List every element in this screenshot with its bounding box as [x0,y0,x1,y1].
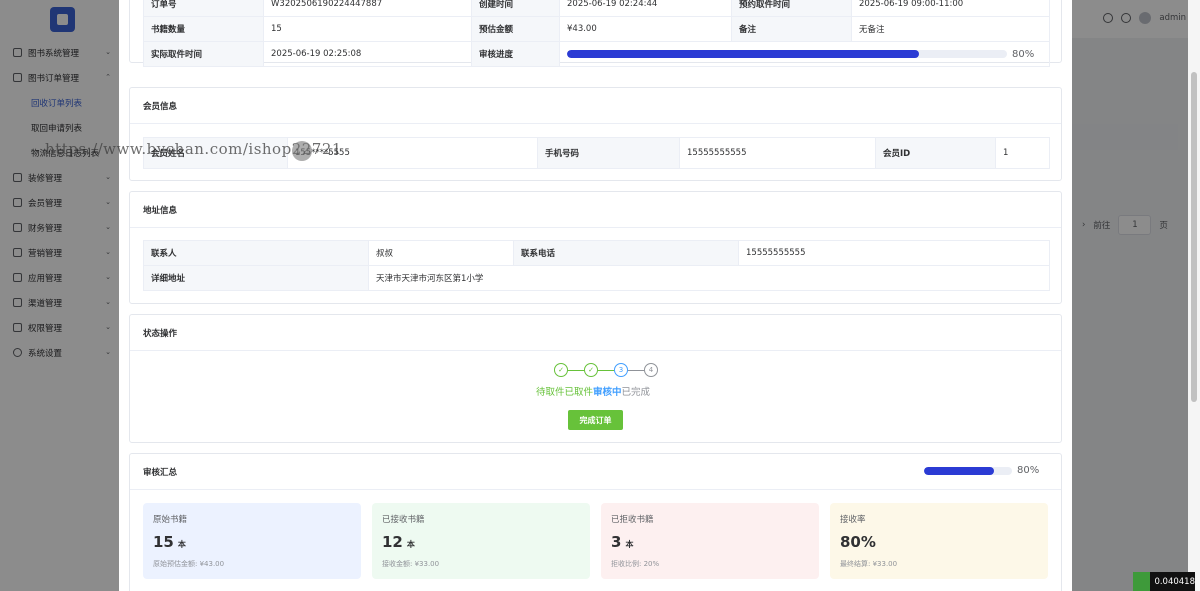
table-row: 书籍数量 15 预估金额 ¥43.00 备注 无备注 [143,16,1050,42]
book-count-label: 书籍数量 [143,16,264,42]
order-no-label: 订单号 [143,0,264,17]
member-info-card: 会员信息 会员姓名 155****5555 手机号码 15555555555 会… [129,87,1062,181]
step-label: 审核中 [593,387,622,398]
step-connector [628,370,644,371]
contact-value: 叔叔 [368,240,514,266]
pickup-time-label: 预约取件时间 [731,0,852,17]
remark-label: 备注 [731,16,852,42]
table-row: 订单号 W3202506190224447887 创建时间 2025-06-19… [143,0,1050,17]
est-amount-value: ¥43.00 [559,16,732,42]
stat-value: 15 [153,533,174,551]
create-time-label: 创建时间 [471,0,560,17]
address-info-card: 地址信息 联系人 叔叔 联系电话 15555555555 详细地址 天津市天津市… [129,191,1062,304]
est-amount-label: 预估金额 [471,16,560,42]
step-label: 已完成 [621,387,651,398]
step-connector [568,370,584,371]
book-count-value: 15 [263,16,472,42]
stat-label: 已拒收书籍 [611,515,654,525]
member-id-label: 会员ID [875,137,996,169]
order-info-table: 订单号 W3202506190224447887 创建时间 2025-06-19… [143,0,1050,67]
contact-phone-label: 联系电话 [513,240,739,266]
step-4-number: 4 [644,363,658,377]
stat-value: 80% [840,533,876,551]
remark-value: 无备注 [851,16,1050,42]
stat-label: 已接收书籍 [382,515,425,525]
table-row: 实际取件时间 2025-06-19 02:25:08 审核进度 80% [143,41,1050,67]
summary-progress-fill [924,466,995,475]
order-no-value: W3202506190224447887 [263,0,472,17]
address-value: 天津市天津市河东区第1小学 [368,265,1050,291]
contact-phone-value: 15555555555 [738,240,1050,266]
summary-progress-bar [924,466,1012,475]
scrollbar-thumb[interactable] [1191,72,1197,402]
stat-unit: 本 [625,540,634,549]
fps-value: 0.040418 [1154,576,1195,587]
fps-graph-icon [1133,572,1151,591]
phone-value: 15555555555 [679,137,876,169]
address-label: 详细地址 [143,265,369,291]
stat-sub: 接收金额: ¥33.00 [382,560,440,568]
review-progress-text: 80% [1012,48,1035,60]
stat-sub: 原始预估金额: ¥43.00 [153,560,225,568]
summary-progress: 80% [924,465,1039,476]
pickup-time-value: 2025-06-19 09:00-11:00 [851,0,1050,17]
member-info-title: 会员信息 [130,88,1061,124]
review-progress-label: 审核进度 [471,41,560,67]
status-title: 状态操作 [130,315,1061,351]
order-info-card: 订单号 W3202506190224447887 创建时间 2025-06-19… [129,0,1062,67]
review-progress-bar [567,50,1007,58]
fps-counter: 0.040418 [1133,572,1195,591]
stat-accepted-books: 已接收书籍 12 本 接收金额: ¥33.00 [372,503,590,579]
order-detail-dialog: 订单号 W3202506190224447887 创建时间 2025-06-19… [119,0,1072,591]
step-labels: 待取件 已取件 审核中 已完成 [536,384,650,398]
stat-label: 原始书籍 [153,515,188,525]
step-2-check-icon: ✓ [584,363,598,377]
step-connector [598,370,614,371]
summary-title: 审核汇总 [130,454,1061,490]
review-progress-fill [567,50,919,58]
address-info-title: 地址信息 [130,192,1061,228]
step-1-check-icon: ✓ [554,363,568,377]
actual-pickup-value: 2025-06-19 02:25:08 [263,41,472,67]
watermark-dot [292,141,312,161]
stat-sub: 拒收比例: 20% [611,560,660,568]
address-info-table: 联系人 叔叔 联系电话 15555555555 详细地址 天津市天津市河东区第1… [143,240,1050,291]
summary-progress-text: 80% [1017,465,1040,476]
step-label: 已取件 [564,387,594,398]
table-row: 联系人 叔叔 联系电话 15555555555 [143,240,1050,266]
table-row: 详细地址 天津市天津市河东区第1小学 [143,265,1050,291]
phone-label: 手机号码 [537,137,680,169]
stat-sub: 最终结算: ¥33.00 [840,560,898,568]
stat-acceptance-rate: 接收率 80% 最终结算: ¥33.00 [830,503,1048,579]
stat-unit: 本 [406,540,415,549]
member-id-value: 1 [995,137,1050,169]
summary-card: 审核汇总 80% 原始书籍 15 本 原始预估金额: ¥43.00 已接收书籍 1… [129,453,1062,591]
stat-original-books: 原始书籍 15 本 原始预估金额: ¥43.00 [143,503,361,579]
order-steps: ✓ ✓ 3 4 [554,363,674,379]
contact-label: 联系人 [143,240,369,266]
step-3-number: 3 [614,363,628,377]
complete-order-button[interactable]: 完成订单 [568,410,623,430]
stat-rejected-books: 已拒收书籍 3本 拒收比例: 20% [601,503,819,579]
stat-value: 3 [611,533,622,551]
step-label: 待取件 [536,387,565,398]
page-scrollbar[interactable] [1188,0,1200,591]
review-progress-cell: 80% [559,41,1050,67]
status-card: 状态操作 ✓ ✓ 3 4 待取件 已取件 审核中 已完成 完成订单 [129,314,1062,443]
stat-value: 12 [382,533,403,551]
stat-unit: 本 [177,540,186,549]
stat-label: 接收率 [840,515,866,525]
create-time-value: 2025-06-19 02:24:44 [559,0,732,17]
actual-pickup-label: 实际取件时间 [143,41,264,67]
